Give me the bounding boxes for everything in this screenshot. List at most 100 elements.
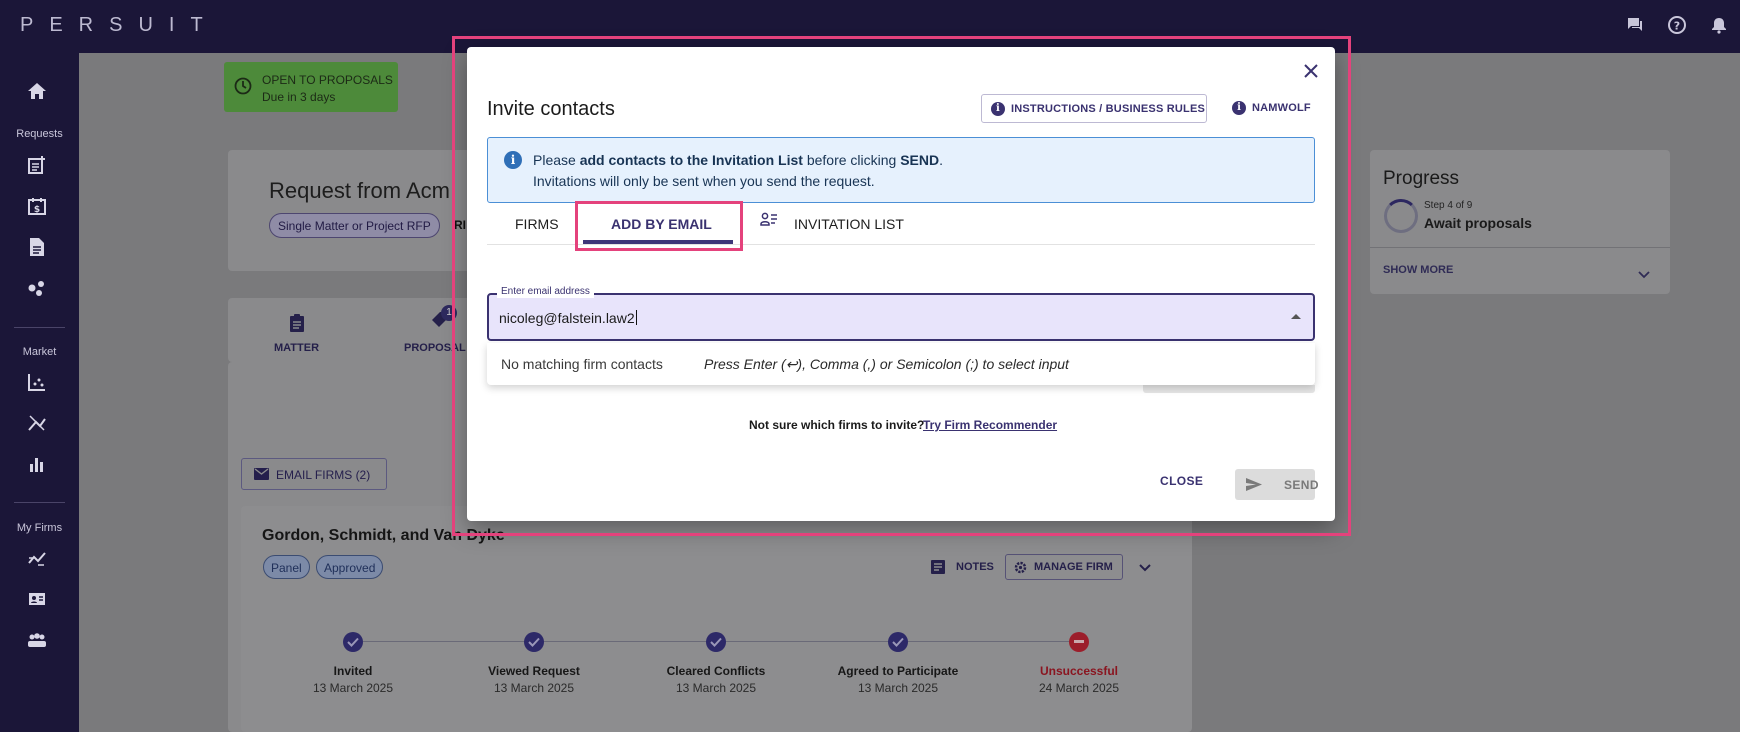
instructions-label: INSTRUCTIONS / BUSINESS RULES [1011, 103, 1206, 115]
svg-text:$: $ [34, 205, 40, 215]
step-cleared-conflicts: Cleared Conflicts 13 March 2025 [626, 632, 806, 695]
chat-icon[interactable] [1624, 14, 1646, 36]
banner-text: . [939, 152, 944, 168]
help-icon[interactable]: ? [1666, 14, 1688, 36]
dialog-title: Invite contacts [487, 98, 615, 120]
bar-chart-icon[interactable] [25, 452, 49, 476]
calendar-dollar-icon[interactable]: $ [25, 194, 49, 218]
step-label: Viewed Request [488, 664, 580, 678]
request-type-chip: Single Matter or Project RFP [269, 213, 440, 238]
show-more-button[interactable]: SHOW MORE [1383, 264, 1453, 276]
mail-icon [254, 468, 269, 483]
sidebar-section-requests: Requests [16, 128, 63, 140]
clock-icon [234, 77, 252, 100]
no-matching-contacts: No matching firm contacts [501, 356, 663, 372]
sidebar: Requests $ Market My Firms [0, 53, 79, 732]
info-banner: i Please add contacts to the Invitation … [487, 137, 1315, 203]
banner-line-1: Please add contacts to the Invitation Li… [533, 152, 943, 168]
banner-emphasis: SEND [900, 152, 940, 168]
svg-text:?: ? [1674, 20, 1680, 33]
persuit-logo[interactable]: PERSUIT [20, 14, 219, 37]
notes-icon [930, 559, 946, 580]
status-title: OPEN TO PROPOSALS [262, 73, 393, 87]
document-icon[interactable] [25, 235, 49, 259]
info-icon: i [1232, 101, 1246, 115]
hidden-button-edge [1143, 385, 1315, 393]
step-label: Cleared Conflicts [666, 664, 766, 678]
check-icon [343, 632, 363, 652]
sidebar-section-market: Market [22, 346, 57, 358]
info-icon: i [504, 151, 522, 169]
close-icon [1304, 64, 1318, 78]
step-unsuccessful: Unsuccessful 24 March 2025 [989, 632, 1169, 695]
instructions-business-rules-button[interactable]: i INSTRUCTIONS / BUSINESS RULES [981, 94, 1207, 123]
notifications-bell-icon[interactable] [1708, 14, 1730, 36]
close-button[interactable]: CLOSE [1160, 474, 1212, 494]
send-icon [1246, 478, 1262, 494]
progress-step: Step 4 of 9 [1424, 200, 1473, 211]
new-request-icon[interactable] [25, 153, 49, 177]
tabs-divider [487, 244, 1315, 245]
step-agreed-to-participate: Agreed to Participate 13 March 2025 [808, 632, 988, 695]
banner-line-2: Invitations will only be sent when you s… [533, 173, 875, 189]
check-icon [524, 632, 544, 652]
proposal-count-badge: 1 [441, 305, 457, 321]
notes-label: NOTES [956, 561, 994, 573]
dropdown-arrow-up-icon[interactable] [1291, 314, 1301, 319]
banner-text: Please [533, 152, 580, 168]
close-dialog-button[interactable] [1300, 60, 1322, 82]
email-text: nicoleg@falstein.law2 [499, 310, 635, 326]
namwolf-label: NAMWOLF [1252, 102, 1311, 114]
step-label: Agreed to Participate [837, 664, 959, 678]
manage-firm-label: MANAGE FIRM [1034, 561, 1113, 573]
contact-list-icon [760, 212, 778, 233]
banner-text: before clicking [802, 152, 901, 168]
banner-emphasis: add contacts to the Invitation List [579, 152, 803, 168]
tab-add-by-email[interactable]: ADD BY EMAIL [611, 216, 712, 232]
check-icon [888, 632, 908, 652]
firms-group-icon[interactable] [25, 628, 49, 652]
try-firm-recommender-link[interactable]: Try Firm Recommender [923, 418, 1057, 432]
scatter-chart-icon[interactable] [25, 370, 49, 394]
step-date: 13 March 2025 [857, 681, 939, 695]
approved-tag: Approved [316, 555, 384, 579]
manage-firm-button[interactable]: MANAGE FIRM [1005, 554, 1123, 580]
contact-card-icon[interactable] [25, 587, 49, 611]
firm-name: Gordon, Schmidt, and Van Dyke [262, 527, 505, 544]
send-button[interactable]: SEND [1235, 469, 1319, 500]
step-invited: Invited 13 March 2025 [263, 632, 443, 695]
network-icon[interactable] [25, 276, 49, 300]
email-input-value[interactable]: nicoleg@falstein.law2 [499, 310, 637, 326]
send-label: SEND [1284, 478, 1319, 492]
step-label: Unsuccessful [1039, 664, 1119, 678]
email-firms-label: EMAIL FIRMS (2) [276, 468, 371, 482]
select-input-hint: Press Enter (↩), Comma (,) or Semicolon … [704, 356, 1069, 372]
chevron-down-icon[interactable] [1638, 266, 1650, 284]
info-icon: i [991, 102, 1005, 116]
matter-tab-label: MATTER [274, 342, 320, 354]
proposal-tab-label: PROPOSAL [404, 342, 466, 354]
chevron-down-icon[interactable] [1138, 560, 1152, 578]
check-icon [706, 632, 726, 652]
panel-tag: Panel [263, 555, 310, 579]
step-date: 24 March 2025 [1038, 681, 1120, 695]
progress-stage-name: Await proposals [1424, 215, 1532, 231]
status-due: Due in 3 days [262, 90, 336, 104]
sidebar-section-my-firms: My Firms [16, 522, 63, 534]
minus-circle-icon [1069, 632, 1089, 652]
step-date: 13 March 2025 [675, 681, 757, 695]
gear-icon [1014, 561, 1027, 577]
step-date: 13 March 2025 [312, 681, 394, 695]
analytics-icon[interactable] [25, 411, 49, 435]
email-firms-button[interactable]: EMAIL FIRMS (2) [241, 458, 387, 490]
trend-icon[interactable] [25, 546, 49, 570]
sidebar-divider [14, 502, 65, 503]
tab-firms[interactable]: FIRMS [515, 216, 559, 232]
request-title: Request from Acm [269, 178, 450, 203]
progress-divider [1370, 247, 1670, 248]
home-icon[interactable] [25, 79, 49, 103]
progress-title: Progress [1383, 168, 1460, 189]
clipboard-icon [289, 314, 305, 337]
text-caret [635, 310, 637, 325]
tab-invitation-list-label: INVITATION LIST [794, 216, 904, 232]
